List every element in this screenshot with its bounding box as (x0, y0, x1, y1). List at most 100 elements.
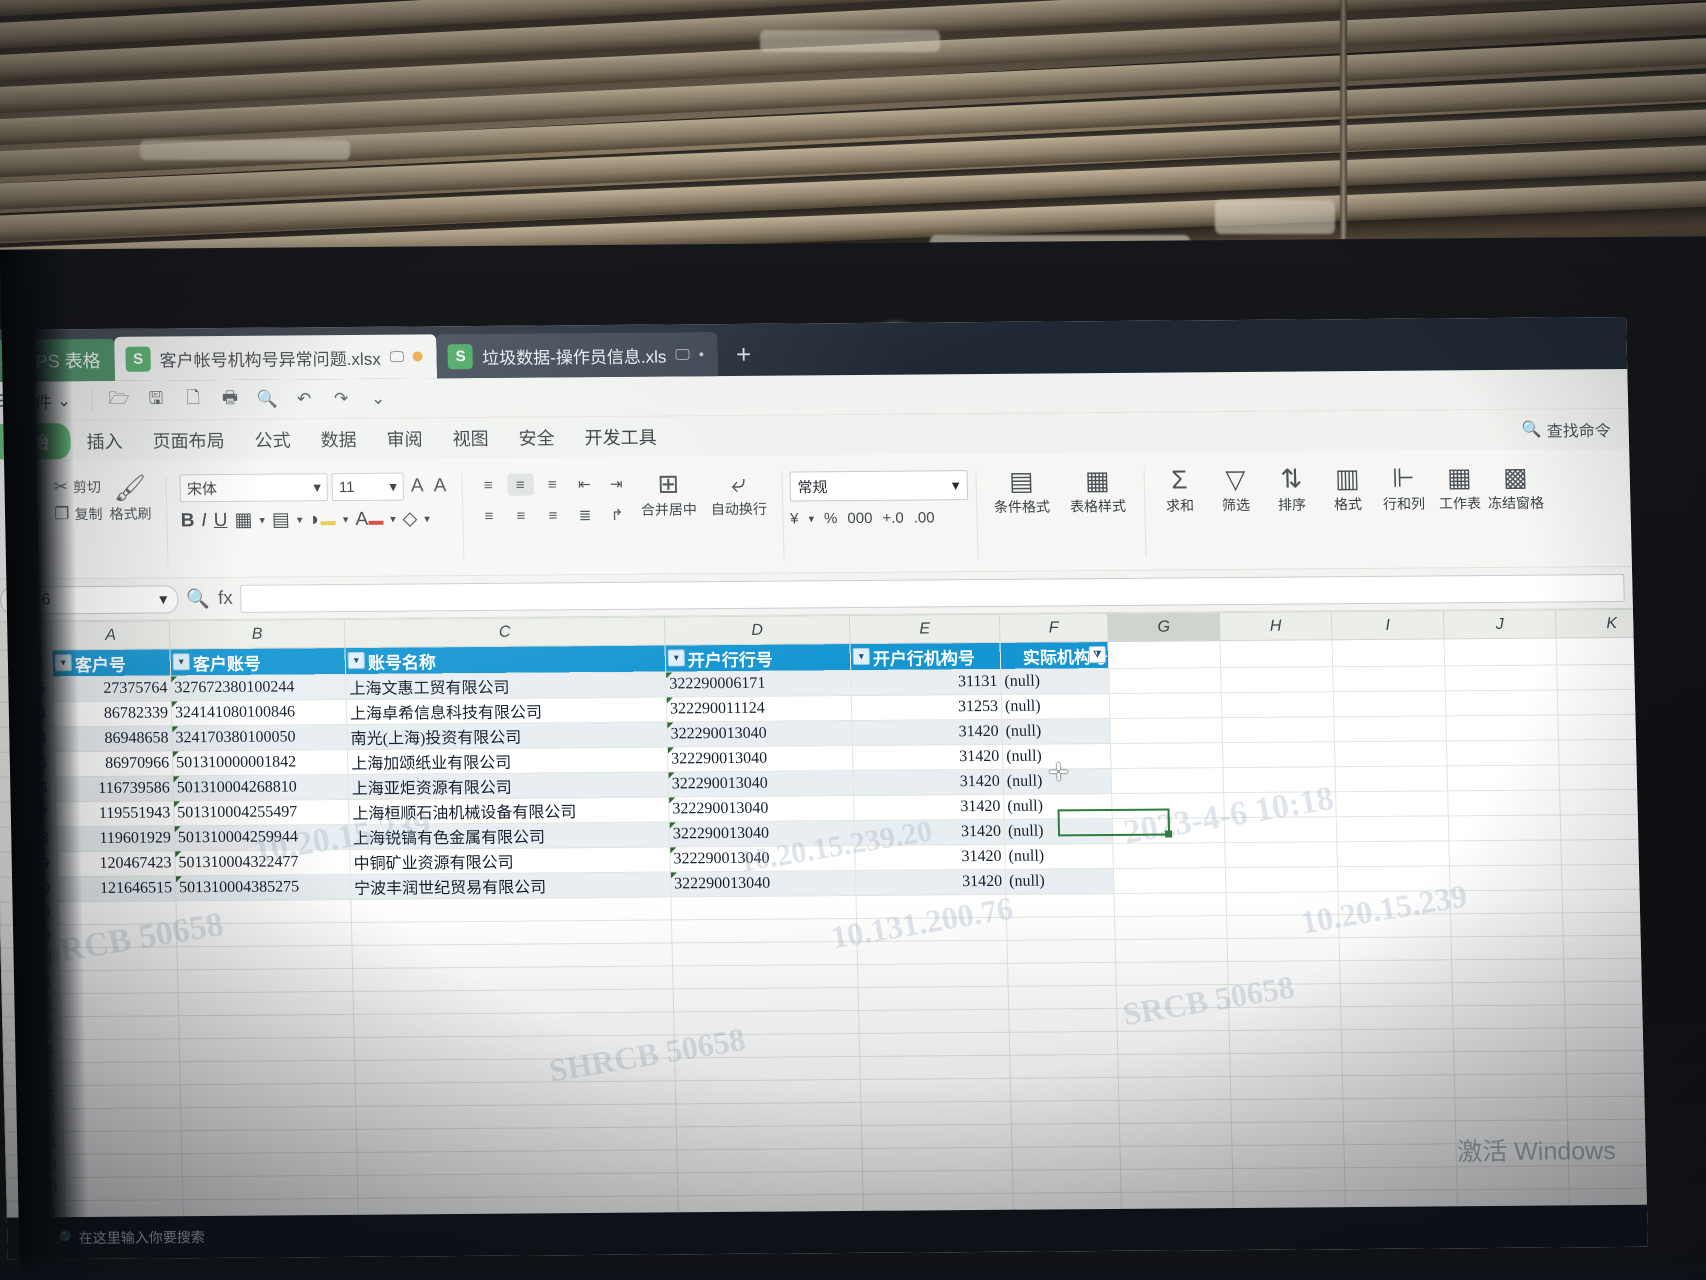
decrease-indent-icon[interactable]: ⇤ (571, 473, 598, 495)
empty-cell[interactable] (1336, 815, 1449, 842)
autofilter-dropdown-e[interactable]: ▾ (852, 647, 871, 666)
autofilter-dropdown-b[interactable]: ▾ (172, 653, 190, 671)
empty-cell[interactable] (180, 1083, 356, 1108)
open-icon[interactable]: 🗁 (102, 385, 137, 415)
empty-cell[interactable] (1113, 892, 1227, 917)
empty-cell[interactable] (1010, 1077, 1119, 1102)
grow-font-button[interactable]: A (408, 475, 427, 497)
table-style-button[interactable]: ▦ 表格样式 (1059, 461, 1136, 517)
empty-cell[interactable] (1559, 789, 1648, 815)
empty-cell[interactable] (351, 942, 673, 969)
empty-cell[interactable] (1557, 689, 1648, 715)
percent-format-icon[interactable]: % (824, 510, 838, 527)
ribbon-tab-review[interactable]: 审阅 (372, 421, 437, 455)
empty-cell[interactable] (1007, 962, 1117, 987)
document-tab-1[interactable]: S 垃圾数据-操作员信息.xls 🖵 • (436, 332, 719, 379)
empty-cell[interactable] (856, 917, 1008, 942)
empty-cell[interactable] (1344, 1166, 1458, 1191)
cell-b564[interactable]: 324170380100050 (171, 724, 348, 751)
tab-more-icon[interactable]: • (699, 346, 705, 363)
empty-cell[interactable] (858, 986, 1009, 1011)
format-painter-button[interactable]: 🖌 格式刷 (101, 469, 158, 524)
ribbon-tab-security[interactable]: 安全 (504, 420, 569, 454)
empty-cell[interactable] (1337, 865, 1451, 892)
empty-cell[interactable] (1343, 1120, 1456, 1145)
cell-e570[interactable]: 31420 (855, 869, 1006, 896)
empty-cell[interactable] (1117, 1030, 1230, 1055)
freeze-panes-button[interactable]: ▩ 冻结窗格 (1487, 458, 1544, 513)
empty-cell[interactable] (1224, 841, 1338, 868)
filter-button[interactable]: ▽ 筛选 (1207, 460, 1264, 515)
empty-cell[interactable] (1339, 959, 1453, 984)
empty-cell[interactable] (1011, 1146, 1121, 1171)
cell-c568[interactable]: 上海锐镐有色金属有限公司 (349, 821, 670, 850)
cell-e569[interactable]: 31420 (854, 844, 1006, 871)
empty-cell[interactable] (1566, 1073, 1648, 1097)
empty-cell[interactable] (1012, 1169, 1122, 1194)
empty-cell[interactable] (1225, 891, 1339, 916)
empty-cell[interactable] (1230, 1075, 1343, 1100)
empty-cell[interactable] (1448, 814, 1561, 841)
empty-cell[interactable] (1564, 981, 1648, 1005)
empty-cell[interactable] (1115, 938, 1228, 963)
empty-cell[interactable] (673, 987, 859, 1012)
ribbon-tab-developer[interactable]: 开发工具 (570, 419, 671, 454)
cell-e568[interactable]: 31420 (854, 819, 1005, 846)
empty-cell[interactable] (675, 1102, 862, 1127)
empty-cell[interactable] (1011, 1123, 1120, 1148)
cell-f564[interactable]: (null) (1001, 718, 1111, 745)
empty-cell[interactable] (859, 1055, 1011, 1080)
empty-cell[interactable] (674, 1033, 860, 1058)
empty-cell[interactable] (1453, 1027, 1566, 1052)
new-tab-button[interactable]: + (718, 339, 770, 376)
ribbon-tab-formulas[interactable]: 公式 (240, 422, 305, 456)
empty-cell[interactable] (1340, 982, 1453, 1007)
empty-cell[interactable] (1231, 1121, 1344, 1146)
save-icon[interactable]: 🖫 (139, 385, 174, 415)
empty-cell[interactable] (676, 1148, 863, 1173)
empty-cell[interactable] (1343, 1143, 1457, 1168)
column-header-i[interactable]: I (1331, 610, 1445, 640)
align-left-icon[interactable]: ≡ (476, 505, 503, 527)
shrink-font-button[interactable]: A (430, 475, 449, 497)
empty-cell[interactable] (1562, 912, 1648, 936)
ribbon-tab-view[interactable]: 视图 (438, 421, 503, 455)
empty-cell[interactable] (1228, 1006, 1342, 1031)
empty-cell[interactable] (1119, 1145, 1233, 1170)
align-middle-icon[interactable]: ≡ (507, 473, 534, 496)
empty-cell[interactable] (1118, 1099, 1232, 1124)
empty-cell[interactable] (1010, 1100, 1120, 1125)
merge-center-button[interactable]: ⊞ 合并居中 (633, 464, 704, 520)
empty-cell[interactable] (178, 1014, 355, 1039)
empty-cell[interactable] (1451, 935, 1564, 960)
empty-cell[interactable] (181, 1152, 358, 1177)
currency-format-icon[interactable]: ¥ (790, 510, 799, 527)
empty-cell[interactable] (1566, 1095, 1648, 1120)
borders-icon[interactable]: ▦ (234, 509, 252, 532)
print-icon[interactable]: 🖶 (213, 384, 248, 414)
empty-cell[interactable] (1005, 893, 1115, 918)
empty-cell[interactable] (1335, 765, 1448, 792)
empty-cell[interactable] (1120, 1168, 1234, 1193)
empty-cell[interactable] (1568, 1164, 1648, 1189)
empty-cell[interactable] (855, 894, 1007, 919)
redo-icon[interactable]: ↷ (324, 383, 359, 413)
empty-cell[interactable] (1562, 889, 1648, 913)
empty-cell[interactable] (1220, 666, 1334, 693)
empty-cell[interactable] (1449, 864, 1563, 891)
empty-cell[interactable] (181, 1129, 357, 1154)
empty-cell[interactable] (1451, 958, 1565, 983)
cell-b454[interactable]: 324141080100846 (171, 699, 347, 726)
fill-color-icon[interactable]: ◗ (309, 509, 337, 531)
search-icon[interactable]: 🔍 (186, 587, 210, 611)
empty-cell[interactable] (356, 1149, 678, 1176)
empty-cell[interactable] (860, 1078, 1011, 1103)
number-format-select[interactable]: 常规 ▾ (789, 470, 968, 502)
spreadsheet-grid[interactable]: ◢ABCDEFGHIJKLM1▾客户号▾客户账号▾账号名称▾开户行行号▾开户行机… (0, 608, 1648, 1242)
font-size-select[interactable]: 11 ▾ (331, 472, 405, 502)
empty-cell[interactable] (1112, 842, 1226, 869)
cell-d569[interactable]: 322290013040 (669, 845, 856, 872)
empty-cell[interactable] (859, 1032, 1010, 1057)
empty-cell[interactable] (857, 940, 1008, 965)
empty-cell[interactable] (1561, 864, 1648, 890)
